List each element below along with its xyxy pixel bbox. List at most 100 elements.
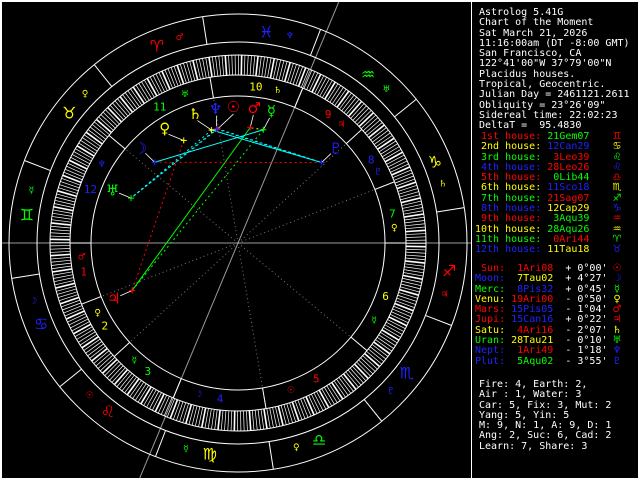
- degree-tick: [51, 216, 72, 220]
- degree-tick: [220, 410, 224, 431]
- planet-glyph: ♃: [107, 290, 120, 308]
- sign-ruler-icon: ♀: [82, 90, 89, 100]
- degree-tick: [404, 266, 425, 270]
- degree-tick: [50, 251, 71, 253]
- degree-tick: [405, 251, 426, 254]
- degree-tick: [57, 288, 77, 295]
- degree-tick: [303, 69, 313, 89]
- degree-tick: [405, 223, 426, 227]
- degree-tick: [404, 216, 425, 221]
- house-cusp-line: [113, 242, 239, 357]
- planet-glyph: ♄: [188, 105, 201, 123]
- degree-tick: [228, 55, 230, 76]
- degree-tick: [405, 226, 426, 230]
- degree-tick: [50, 235, 71, 238]
- planet-glyph: ♇: [329, 140, 342, 158]
- degree-tick: [202, 58, 207, 79]
- degree-tick: [398, 188, 419, 195]
- house-ruler-icon: ☽: [194, 390, 202, 400]
- degree-tick: [395, 178, 415, 187]
- degree-tick: [399, 191, 419, 198]
- sign-ruler-icon: ☽: [29, 296, 37, 306]
- degree-tick: [173, 66, 182, 86]
- degree-tick: [183, 62, 190, 83]
- degree-tick: [291, 401, 300, 422]
- aspect-line: [131, 129, 264, 291]
- house-cusp-table: 1st house: 21Gem07 ♊ 2nd house: 12Can29 ♋ …: [475, 131, 637, 256]
- chart-wheel: ♈ ♂♉♀♊☿♋☽♌☉♍☿♎♀♏♇♐♃♑♄♒♅♓ ♆1♂2♀3☿4☽5☉6☿7♀8♇…: [2, 2, 471, 478]
- planet-glyph: ♀: [159, 119, 170, 137]
- degree-tick: [51, 265, 72, 270]
- degree-tick: [60, 181, 80, 189]
- degree-tick: [50, 232, 71, 235]
- degree-tick: [163, 397, 173, 417]
- degree-tick: [179, 402, 187, 422]
- house-number: 6: [382, 290, 389, 303]
- sign-divider: [11, 273, 40, 279]
- degree-tick: [63, 305, 83, 314]
- degree-tick: [208, 57, 213, 78]
- degree-tick: [227, 410, 230, 431]
- degree-tick: [207, 408, 212, 429]
- sign-ruler-icon: ♄: [439, 180, 447, 190]
- zodiac-sign-glyph: ♍: [203, 445, 217, 464]
- planet-glyph: ♂: [247, 99, 260, 117]
- degree-tick: [402, 207, 423, 212]
- house-number: 11: [153, 100, 166, 113]
- degree-tick: [403, 210, 424, 215]
- house-divider: [209, 77, 214, 99]
- planet-glyph: ☽: [134, 139, 147, 157]
- planet-speed-value: - 3°55': [553, 355, 608, 367]
- degree-tick: [263, 408, 268, 429]
- house-number: 7: [389, 207, 396, 220]
- degree-tick: [257, 409, 261, 430]
- degree-tick: [64, 168, 84, 178]
- planet-pointer-line: [168, 133, 184, 141]
- house-ruler-icon: ♄: [274, 86, 282, 96]
- zodiac-sign-icon: ♉: [612, 244, 622, 256]
- degree-tick: [217, 409, 221, 431]
- degree-tick: [50, 229, 71, 232]
- sign-divider: [202, 16, 208, 45]
- planet-position-value: 5Aqu02: [511, 355, 554, 367]
- zodiac-sign-glyph: ♑: [428, 152, 442, 171]
- degree-tick: [269, 407, 274, 428]
- house-cusp-row: 12th house: 11Tau18 ♉: [475, 244, 637, 256]
- house-ruler-icon: ☿: [371, 316, 377, 326]
- sign-divider: [268, 441, 274, 470]
- panel-divider: [471, 2, 472, 478]
- planet-pointer-line: [120, 290, 133, 297]
- degree-tick: [261, 56, 265, 77]
- zodiac-sign-glyph: ♓: [259, 22, 273, 41]
- degree-tick: [397, 184, 418, 192]
- sign-divider: [155, 430, 167, 457]
- degree-tick: [404, 260, 426, 264]
- degree-tick: [59, 184, 79, 192]
- degree-tick: [50, 253, 71, 257]
- degree-tick: [396, 181, 417, 190]
- sign-ruler-icon: ☿: [29, 186, 35, 196]
- sign-ruler-icon: ♅: [382, 85, 390, 95]
- house-cusp-line: [237, 129, 363, 244]
- sign-divider: [363, 399, 383, 422]
- house-cusp-line: [108, 135, 239, 244]
- house-cusp-line: [237, 181, 395, 244]
- degree-tick: [405, 254, 426, 257]
- degree-tick: [404, 220, 425, 224]
- degree-tick: [246, 410, 248, 431]
- house-number: 1: [80, 266, 87, 279]
- info-panel: Astrolog 5.41G Chart of the Moment Sat M…: [473, 2, 638, 478]
- degree-tick: [249, 55, 252, 76]
- degree-tick: [52, 212, 73, 217]
- house-number: 12: [84, 183, 97, 196]
- degree-tick: [396, 297, 416, 305]
- house-divider: [81, 296, 102, 305]
- chart-info-header: Astrolog 5.41G Chart of the Moment Sat M…: [479, 7, 637, 132]
- degree-tick: [283, 404, 290, 424]
- degree-tick: [50, 256, 71, 260]
- element-stats: Fire: 4, Earth: 2, Air : 1, Water: 3 Car…: [479, 379, 637, 452]
- house-ruler-icon: ♀: [94, 308, 101, 318]
- degree-tick: [254, 410, 258, 431]
- sign-ruler-icon: ♃: [441, 290, 449, 300]
- degree-tick: [50, 225, 71, 229]
